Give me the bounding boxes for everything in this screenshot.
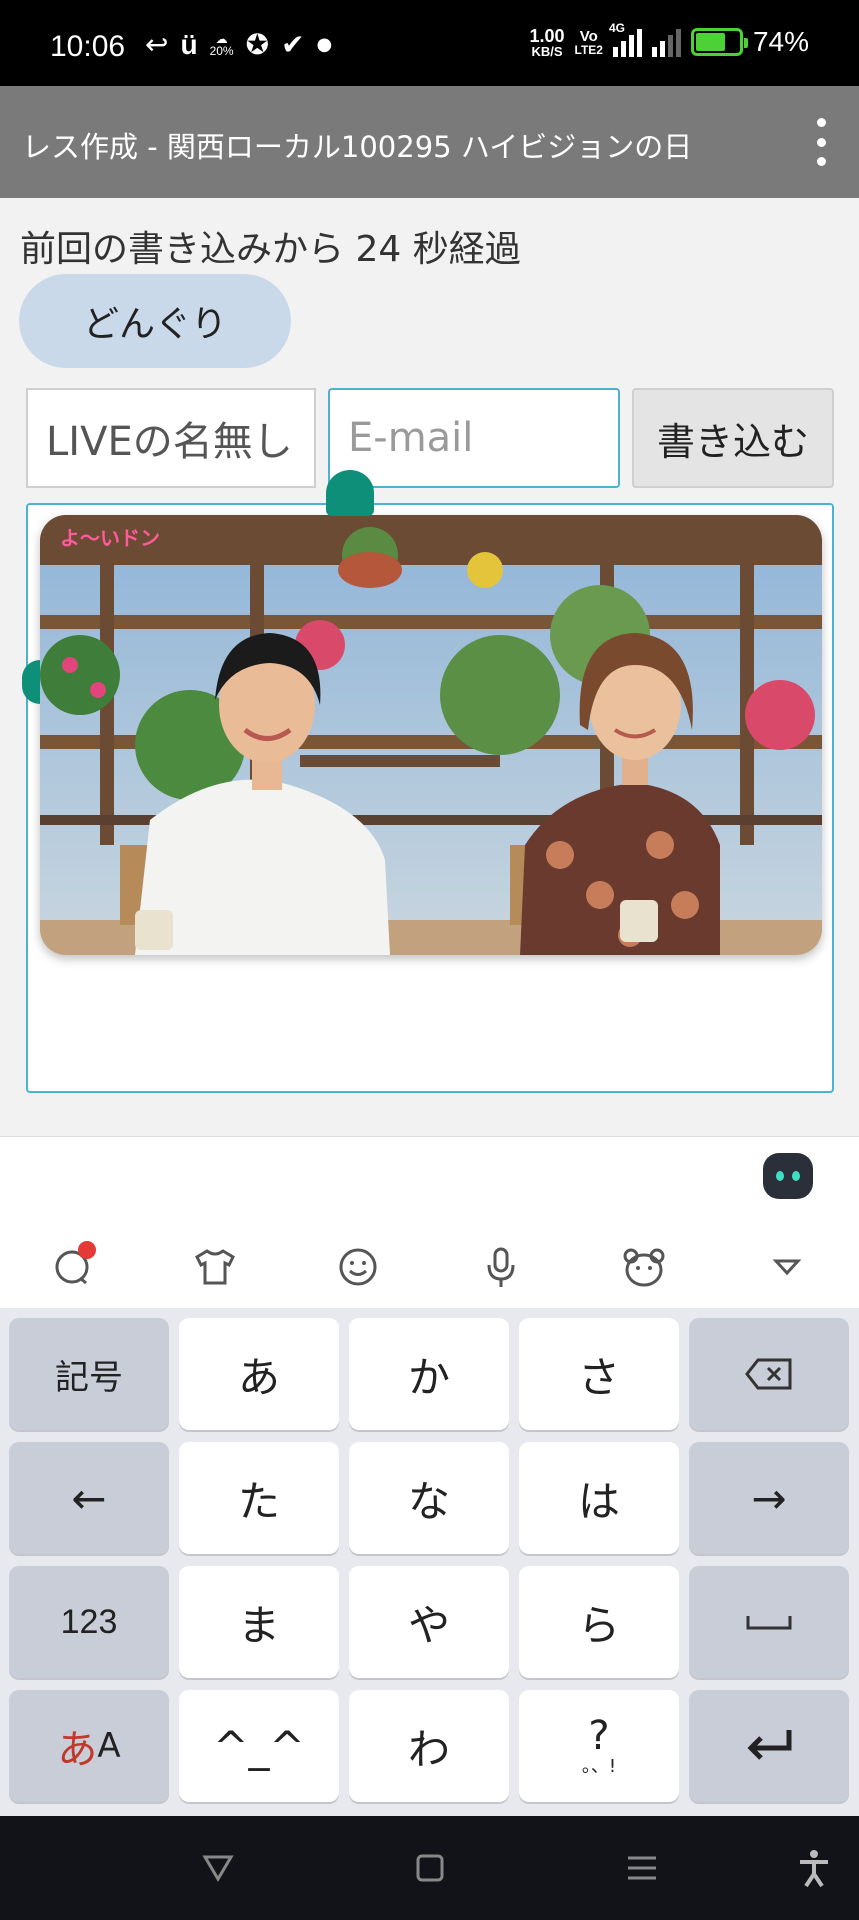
volte-badge: Vo LTE2 xyxy=(575,29,603,56)
assistant-bot-icon[interactable] xyxy=(763,1153,813,1199)
theme-shirt-icon[interactable] xyxy=(185,1237,245,1297)
key-ka[interactable]: か xyxy=(349,1318,509,1430)
status-right-icons: 1.00 KB/S Vo LTE2 4G 74% xyxy=(529,21,809,58)
keyboard-toolbar-area xyxy=(0,1136,859,1308)
tv-studio-image: よ〜いドン xyxy=(40,515,822,955)
system-nav-bar xyxy=(0,1816,859,1920)
punct-sub: 。、! xyxy=(581,1756,617,1777)
sticker-bear-icon[interactable] xyxy=(614,1237,674,1297)
status-bar: 10:06 ↩ ü ☁ 20% ✪ ✔ ● 1.00 KB/S Vo LTE2 4… xyxy=(0,0,859,86)
speed-value: 1.00 xyxy=(529,25,565,46)
microphone-icon[interactable] xyxy=(471,1237,531,1297)
recents-nav-icon[interactable] xyxy=(620,1846,664,1890)
dongri-button[interactable]: どんぐり xyxy=(19,274,291,368)
key-emoticon[interactable]: ^_^ xyxy=(179,1690,339,1802)
dot-icon: ● xyxy=(316,34,333,55)
keyboard-toolbar xyxy=(0,1225,859,1309)
space-icon[interactable] xyxy=(689,1566,849,1678)
selection-handle-left[interactable] xyxy=(22,660,40,704)
volte-top: Vo xyxy=(579,27,598,45)
page-title: レス作成 - 関西ローカル100295 ハイビジョンの日 xyxy=(22,130,693,164)
key-input-mode[interactable]: あA xyxy=(9,1690,169,1802)
chat-bubble-icon[interactable] xyxy=(42,1237,102,1297)
reply-icon: ↩ xyxy=(145,28,169,61)
key-a[interactable]: あ xyxy=(179,1318,339,1430)
volte-bottom: LTE2 xyxy=(574,42,603,57)
weather-icon: ☁ 20% xyxy=(209,31,234,58)
key-numbers[interactable]: 123 xyxy=(9,1566,169,1678)
home-nav-icon[interactable] xyxy=(408,1846,452,1890)
key-ya[interactable]: や xyxy=(349,1566,509,1678)
key-ma[interactable]: ま xyxy=(179,1566,339,1678)
network-type: 4G xyxy=(608,21,625,35)
network-speed: 1.00 KB/S xyxy=(529,27,564,58)
key-wa[interactable]: わ xyxy=(349,1690,509,1802)
battery-icon xyxy=(690,28,748,56)
post-form: 前回の書き込みから 24 秒経過 どんぐり LIVEの名無し E-mail 書き… xyxy=(0,198,859,1138)
key-right-arrow[interactable]: → xyxy=(689,1442,849,1554)
battery-percent: 74% xyxy=(752,26,809,57)
japanese-keyboard: 記号 あ か さ ← た な は → 123 ま や ら あA ^_^ わ ? … xyxy=(0,1308,859,1816)
check-circle-icon: ✔ xyxy=(281,28,305,61)
enter-icon[interactable] xyxy=(689,1690,849,1802)
mode-alpha-label: A xyxy=(97,1726,121,1766)
punct-main: ? xyxy=(588,1713,610,1759)
accessibility-icon[interactable] xyxy=(792,1846,836,1890)
elapsed-time-text: 前回の書き込みから 24 秒経過 xyxy=(20,229,521,270)
pasted-image: よ〜いドン xyxy=(40,515,822,955)
back-nav-icon[interactable] xyxy=(196,1846,240,1890)
backspace-icon[interactable] xyxy=(689,1318,849,1430)
speed-unit: KB/S xyxy=(531,43,563,59)
status-left-icons: ↩ ü ☁ 20% ✪ ✔ ● xyxy=(145,28,332,61)
key-ha[interactable]: は xyxy=(519,1442,679,1554)
name-field[interactable]: LIVEの名無し xyxy=(26,388,316,488)
svg-text:よ〜いドン: よ〜いドン xyxy=(60,526,160,550)
emoji-icon[interactable] xyxy=(328,1237,388,1297)
key-na[interactable]: な xyxy=(349,1442,509,1554)
mode-kana-label: あ xyxy=(57,1727,98,1773)
key-sa[interactable]: さ xyxy=(519,1318,679,1430)
key-ra[interactable]: ら xyxy=(519,1566,679,1678)
settings-gear-icon: ✪ xyxy=(245,28,270,61)
more-options-icon[interactable] xyxy=(809,118,833,166)
signal-icon: 4G xyxy=(609,21,642,57)
key-punctuation[interactable]: ? 。、! xyxy=(519,1690,679,1802)
collapse-keyboard-icon[interactable] xyxy=(757,1237,817,1297)
weather-percent: 20% xyxy=(209,43,234,58)
app-u-icon: ü xyxy=(180,28,198,60)
key-ta[interactable]: た xyxy=(179,1442,339,1554)
submit-button[interactable]: 書き込む xyxy=(632,388,834,488)
email-field[interactable]: E-mail xyxy=(328,388,620,488)
signal-icon-2 xyxy=(651,27,681,57)
key-left-arrow[interactable]: ← xyxy=(9,1442,169,1554)
key-symbols[interactable]: 記号 xyxy=(9,1318,169,1430)
text-cursor-handle[interactable] xyxy=(326,470,374,516)
status-time: 10:06 xyxy=(50,30,126,63)
app-bar: レス作成 - 関西ローカル100295 ハイビジョンの日 xyxy=(0,86,859,198)
notification-dot xyxy=(77,1241,96,1259)
message-textarea[interactable]: よ〜いドン xyxy=(26,503,834,1093)
